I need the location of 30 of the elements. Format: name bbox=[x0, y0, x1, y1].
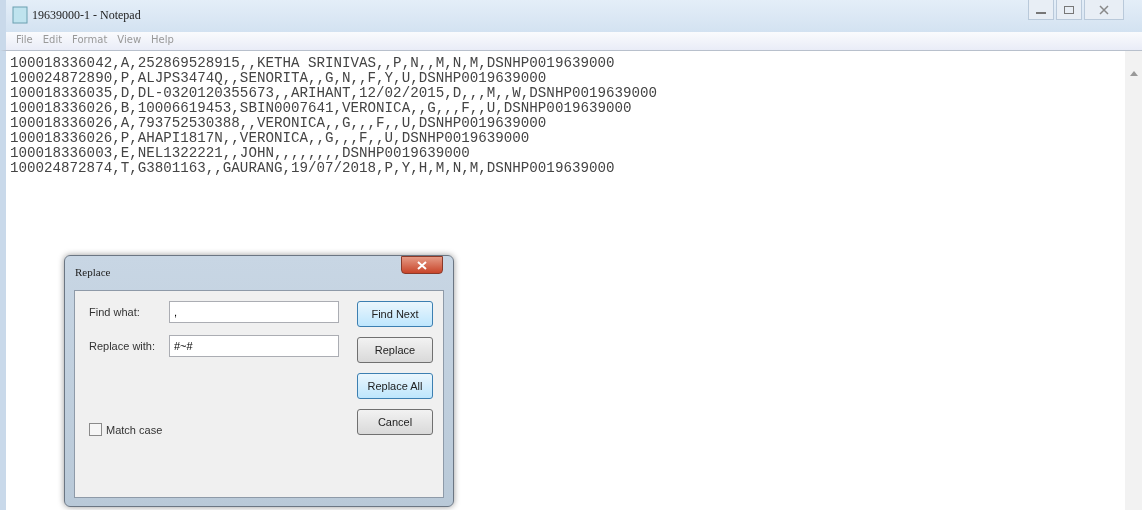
dialog-button[interactable]: Replace All bbox=[357, 373, 433, 399]
text-line: 100024872874,T,G3801163,,GAURANG,19/07/2018,P,Y,H,M,N,M,DSNHP0019639000 bbox=[10, 161, 615, 176]
close-icon bbox=[417, 260, 427, 270]
checkbox-label: Match case bbox=[106, 423, 163, 436]
dialog-button[interactable]: Find Next bbox=[357, 301, 433, 327]
maximize-button[interactable] bbox=[1056, 0, 1082, 20]
minimize-button[interactable] bbox=[1028, 0, 1054, 20]
close-button[interactable] bbox=[401, 256, 443, 274]
dialog-button[interactable]: Cancel bbox=[357, 409, 433, 435]
maximize-icon bbox=[1063, 4, 1075, 15]
input-field[interactable]: , bbox=[169, 301, 339, 323]
input-field[interactable]: #~# bbox=[169, 335, 339, 357]
text-line: 100018336026,B,10006619453,SBIN0007641,VERONICA,,G,,,F,,U,DSNHP0019639000 bbox=[10, 101, 632, 116]
dialog-button[interactable]: Replace bbox=[357, 337, 433, 363]
dialog-title: Replace bbox=[75, 266, 111, 278]
minimize-icon bbox=[1036, 11, 1046, 14]
text-line: 100018336035,D,DL-0320120355673,,ARIHANT,12/02/2015,D,,,M,,W,DSNHP0019639000 bbox=[10, 86, 658, 101]
text-line: 100018336042,A,252869528915,,KETHA SRINIVAS,,P,N,,M,N,M,DSNHP0019639000 bbox=[10, 56, 615, 71]
checkbox[interactable] bbox=[89, 423, 102, 436]
scroll-up-arrow-icon[interactable] bbox=[1129, 71, 1138, 76]
text-line: 100018336003,E,NEL1322221,,JOHN,,,,,,,,DSNHP0019639000 bbox=[10, 146, 470, 161]
scrollbar[interactable] bbox=[1125, 51, 1142, 510]
close-icon bbox=[1098, 4, 1110, 15]
field-label: Find what: bbox=[89, 306, 141, 318]
text-line: 100018336026,A,793752530388,,VERONICA,,G,,,F,,U,DSNHP0019639000 bbox=[10, 116, 547, 131]
text-line: 100024872890,P,ALJPS3474Q,,SENORITA,,G,N,,F,Y,U,DSNHP0019639000 bbox=[10, 71, 547, 86]
notepad-icon bbox=[12, 6, 28, 24]
text-line: 100018336026,P,AHAPI1817N,,VERONICA,,G,,,F,,U,DSNHP0019639000 bbox=[10, 131, 530, 146]
field-label: Replace with: bbox=[89, 340, 157, 352]
window-title: 19639000-1 - Notepad bbox=[32, 7, 141, 23]
